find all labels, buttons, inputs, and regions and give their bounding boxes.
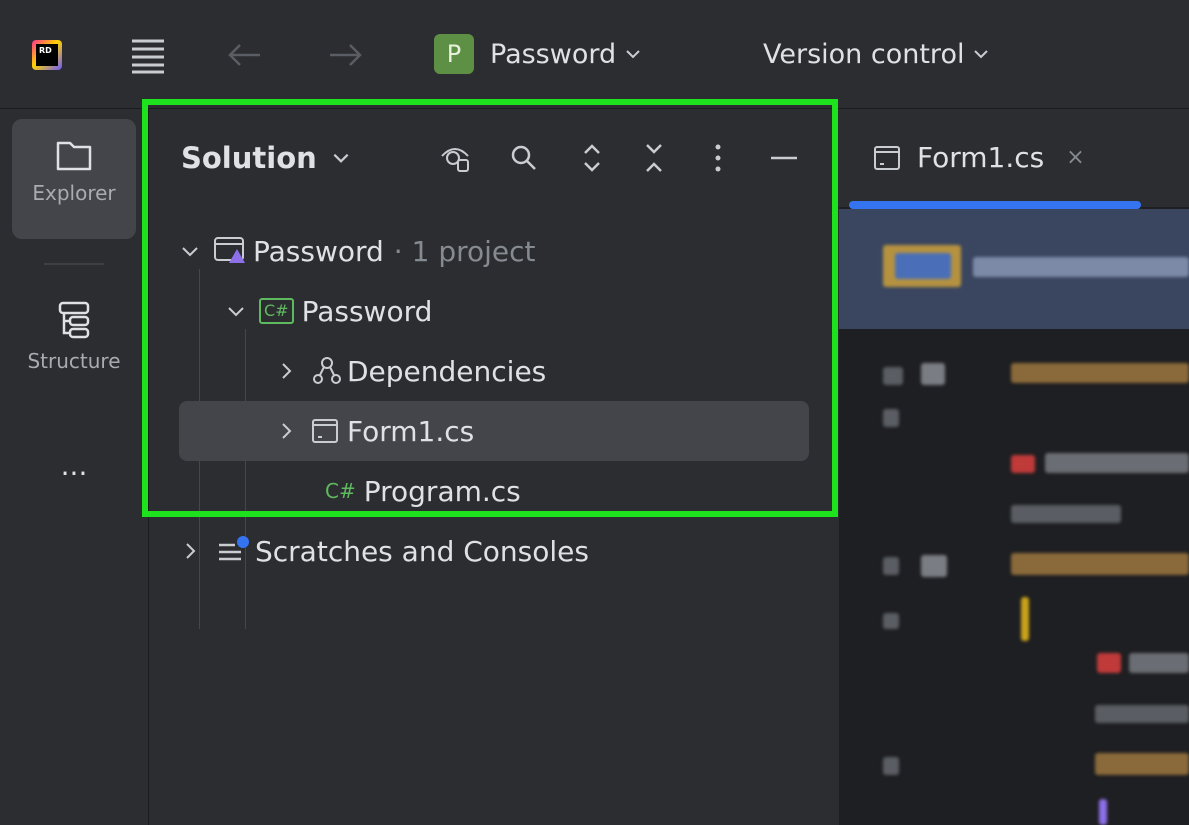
editor-area: Form1.cs × bbox=[839, 109, 1189, 825]
tree-row-label: Program.cs bbox=[363, 474, 521, 508]
panel-title: Solution bbox=[181, 141, 317, 175]
project-name: Password bbox=[490, 38, 617, 70]
project-widget[interactable]: P Password bbox=[434, 32, 642, 76]
close-icon[interactable]: × bbox=[1066, 145, 1084, 170]
scratches-icon bbox=[217, 535, 251, 567]
vcs-label: Version control bbox=[763, 38, 965, 70]
chevron-down-icon bbox=[626, 50, 640, 59]
panel-header: Solution bbox=[149, 109, 839, 205]
solution-view-selector[interactable]: Solution bbox=[181, 141, 351, 175]
explorer-tool-button[interactable]: Explorer bbox=[12, 119, 136, 239]
chevron-right-icon[interactable] bbox=[275, 360, 297, 382]
forward-arrow-icon[interactable] bbox=[326, 35, 366, 75]
tree-row-solution[interactable]: Password · 1 project bbox=[179, 221, 809, 281]
logo-text: RD bbox=[36, 44, 58, 66]
tab-label: Form1.cs bbox=[917, 141, 1045, 174]
tree-row-label: Dependencies bbox=[347, 354, 547, 388]
main-menu-icon[interactable] bbox=[128, 35, 168, 75]
rider-logo-icon[interactable]: RD bbox=[32, 40, 62, 70]
form-icon bbox=[874, 145, 900, 170]
tree-row-form1[interactable]: Form1.cs bbox=[179, 401, 809, 461]
tree-row-label: Password bbox=[253, 234, 384, 268]
back-arrow-icon[interactable] bbox=[224, 35, 264, 75]
project-badge: P bbox=[434, 34, 474, 74]
folder-icon bbox=[56, 141, 92, 171]
explorer-label: Explorer bbox=[32, 181, 116, 205]
chevron-down-icon[interactable] bbox=[225, 300, 247, 322]
csharp-file-icon: C# bbox=[325, 479, 356, 503]
chevron-down-icon bbox=[974, 50, 989, 59]
chevron-right-icon[interactable] bbox=[275, 420, 297, 442]
more-tools-button[interactable]: ... bbox=[12, 449, 136, 489]
search-icon[interactable] bbox=[507, 141, 541, 175]
chevron-right-icon[interactable] bbox=[179, 540, 201, 562]
structure-label: Structure bbox=[27, 349, 121, 373]
active-tab-indicator bbox=[849, 201, 1141, 209]
stripe-divider bbox=[44, 263, 104, 265]
chevron-down-icon[interactable] bbox=[179, 240, 201, 262]
tree-row-label: Form1.cs bbox=[347, 414, 475, 448]
csharp-project-icon: C# bbox=[259, 298, 294, 324]
version-control-widget[interactable]: Version control bbox=[763, 32, 990, 76]
tree-row-label: Password bbox=[301, 294, 433, 328]
solution-icon bbox=[213, 235, 249, 267]
tree-row-program[interactable]: C# Program.cs bbox=[179, 461, 809, 521]
show-options-eye-icon[interactable] bbox=[439, 141, 473, 175]
tree-row-label: Scratches and Consoles bbox=[255, 534, 589, 568]
tree-row-dependencies[interactable]: Dependencies bbox=[179, 341, 809, 401]
solution-explorer-panel: Solution Password · 1 project C# Passwor… bbox=[149, 109, 839, 825]
tool-window-stripe: Explorer Structure ... bbox=[0, 109, 149, 825]
minimize-icon[interactable] bbox=[767, 141, 801, 175]
form-icon bbox=[311, 417, 339, 445]
collapse-all-icon[interactable] bbox=[637, 141, 671, 175]
tree-row-scratches[interactable]: Scratches and Consoles bbox=[179, 521, 809, 581]
title-bar: RD P Password Version control bbox=[0, 0, 1189, 109]
tab-form1[interactable]: Form1.cs × bbox=[873, 141, 1085, 174]
tree-row-project[interactable]: C# Password bbox=[179, 281, 809, 341]
more-options-icon[interactable] bbox=[701, 141, 735, 175]
editor-banner bbox=[839, 209, 1189, 329]
editor-tab-bar: Form1.cs × bbox=[839, 109, 1189, 209]
expand-all-icon[interactable] bbox=[575, 141, 609, 175]
dependencies-icon bbox=[311, 355, 343, 387]
chevron-down-icon bbox=[333, 153, 349, 163]
project-count: · 1 project bbox=[393, 234, 536, 268]
structure-icon bbox=[58, 301, 90, 339]
more-icon: ... bbox=[60, 449, 88, 482]
structure-tool-button[interactable]: Structure bbox=[12, 299, 136, 399]
